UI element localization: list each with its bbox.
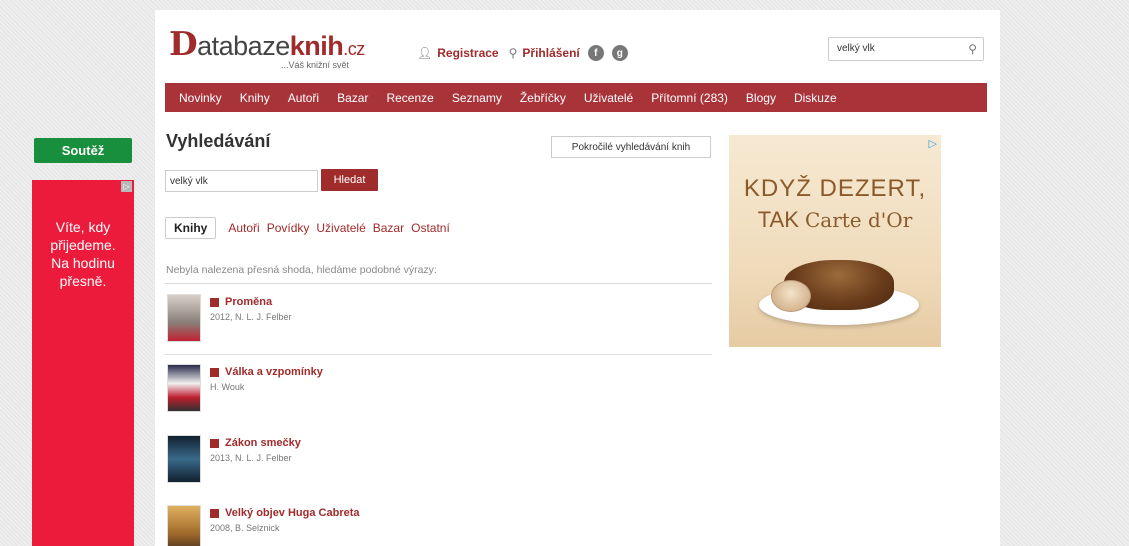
square-bullet-icon — [210, 367, 219, 377]
query-input[interactable] — [165, 170, 318, 192]
result-meta: 2012, N. L. J. Felber — [210, 312, 292, 322]
book-cover[interactable] — [167, 364, 201, 412]
no-exact-match-notice: Nebyla nalezena přesná shoda, hledáme po… — [166, 264, 437, 276]
menu-item-pritomni[interactable]: Přítomní (283) — [642, 91, 737, 105]
search-submit-button[interactable]: Hledat — [321, 169, 378, 191]
search-tabs: Knihy Autoři Povídky Uživatelé Bazar Ost… — [165, 217, 457, 239]
divider — [165, 354, 712, 355]
left-ad-text: Víte, kdy přijedeme. Na hodinu přesně. — [50, 219, 116, 289]
menu-item-autori[interactable]: Autoři — [279, 91, 328, 105]
tab-uzivatele[interactable]: Uživatelé — [316, 221, 365, 235]
result-meta: H. Wouk — [210, 382, 245, 392]
key-icon: ⚲ — [508, 46, 518, 60]
menu-item-knihy[interactable]: Knihy — [231, 91, 279, 105]
site-logo[interactable]: Databazeknih.cz ...Váš knižní svět — [169, 24, 365, 70]
tab-ostatni[interactable]: Ostatní — [411, 221, 450, 235]
result-title[interactable]: Proměna — [210, 296, 272, 308]
user-icon: 👤︎ — [417, 46, 433, 60]
square-bullet-icon — [210, 297, 219, 307]
tab-bazar[interactable]: Bazar — [373, 221, 404, 235]
left-advertisement[interactable]: ▷ Víte, kdy přijedeme. Na hodinu přesně. — [32, 180, 134, 546]
header-search: ⚲ — [828, 37, 984, 61]
google-plus-icon[interactable]: g — [611, 45, 628, 61]
menu-item-zebricky[interactable]: Žebříčky — [511, 91, 575, 105]
main-menu: Novinky Knihy Autoři Bazar Recenze Sezna… — [165, 83, 987, 112]
divider — [165, 283, 712, 284]
result-title[interactable]: Válka a vzpomínky — [210, 366, 323, 378]
login-link[interactable]: ⚲ Přihlášení — [509, 46, 580, 60]
square-bullet-icon — [210, 438, 219, 448]
dessert-pack-image — [771, 280, 811, 312]
tab-autori[interactable]: Autoři — [228, 221, 259, 235]
page-title: Vyhledávání — [166, 131, 271, 151]
result-title[interactable]: Velký objev Huga Cabreta — [210, 507, 360, 519]
menu-item-seznamy[interactable]: Seznamy — [443, 91, 511, 105]
square-bullet-icon — [210, 508, 219, 518]
menu-item-blogy[interactable]: Blogy — [737, 91, 785, 105]
menu-item-bazar[interactable]: Bazar — [328, 91, 377, 105]
advanced-search-button[interactable]: Pokročilé vyhledávání knih — [551, 136, 711, 158]
menu-item-recenze[interactable]: Recenze — [377, 91, 442, 105]
logo-wordmark: Databazeknih.cz — [169, 24, 365, 63]
menu-item-novinky[interactable]: Novinky — [165, 91, 231, 105]
tab-knihy[interactable]: Knihy — [165, 217, 217, 239]
page-container: Databazeknih.cz ...Váš knižní svět 👤︎ Reg… — [155, 10, 1000, 546]
search-icon[interactable]: ⚲ — [968, 42, 977, 56]
logo-slogan: ...Váš knižní svět — [281, 60, 350, 70]
user-links: 👤︎ Registrace ⚲ Přihlášení f g — [417, 45, 628, 61]
contest-button[interactable]: Soutěž — [34, 138, 132, 163]
book-cover[interactable] — [167, 505, 201, 546]
right-advertisement[interactable]: ▷ KDYŽ DEZERT, TAK Carte d'Or — [729, 135, 941, 347]
result-meta: 2008, B. Selznick — [210, 523, 280, 533]
ad-headline: KDYŽ DEZERT, — [743, 175, 927, 202]
menu-item-diskuze[interactable]: Diskuze — [785, 91, 846, 105]
header-search-input[interactable] — [837, 43, 957, 54]
ad-choices-icon[interactable]: ▷ — [929, 137, 937, 150]
register-link[interactable]: 👤︎ Registrace — [417, 46, 499, 60]
result-meta: 2013, N. L. J. Felber — [210, 453, 292, 463]
book-cover[interactable] — [167, 435, 201, 483]
result-title[interactable]: Zákon smečky — [210, 437, 301, 449]
ad-choices-icon[interactable]: ▷ — [121, 181, 132, 192]
menu-item-uzivatele[interactable]: Uživatelé — [575, 91, 642, 105]
facebook-icon[interactable]: f — [587, 45, 604, 61]
book-cover[interactable] — [167, 294, 201, 342]
ad-brand-line: TAK Carte d'Or — [757, 207, 913, 232]
tab-povidky[interactable]: Povídky — [267, 221, 310, 235]
